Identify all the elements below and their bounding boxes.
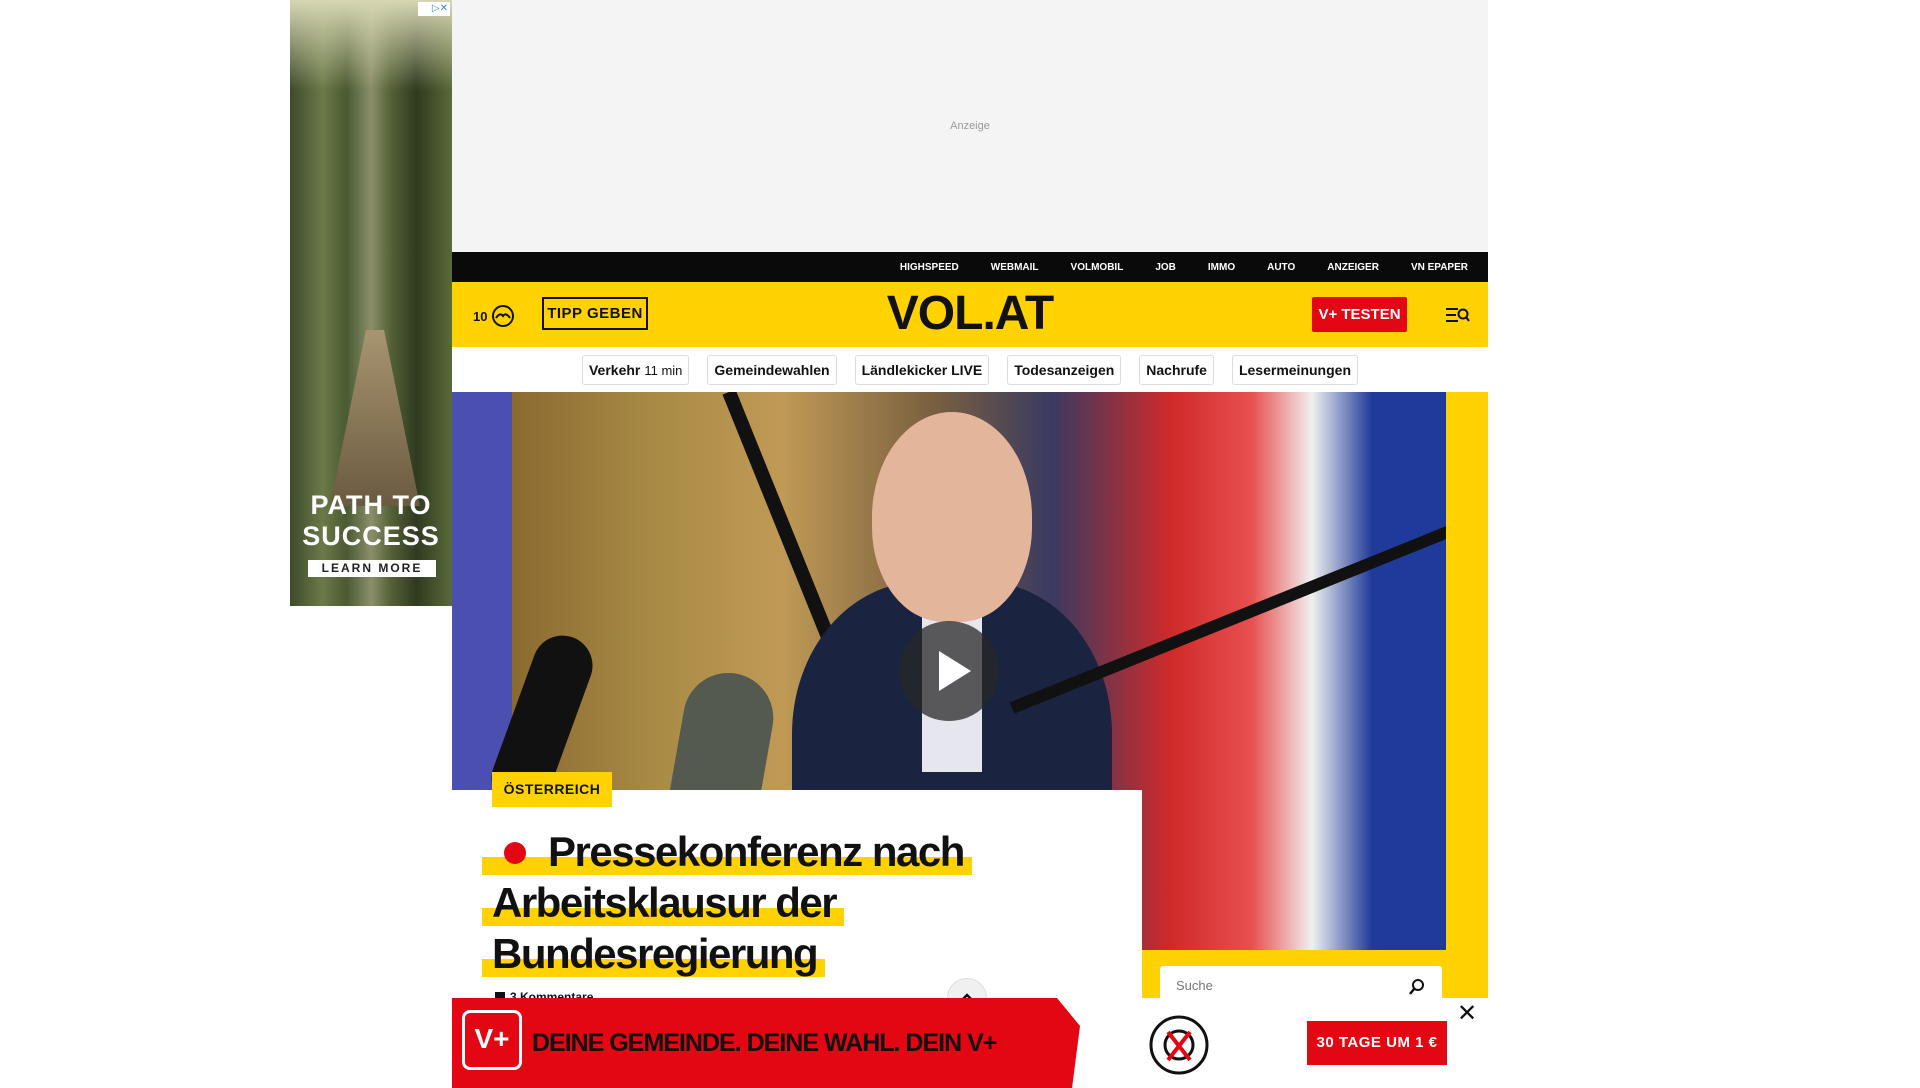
site-header: 10 TIPP GEBEN VOL.AT V+ TESTEN bbox=[452, 282, 1488, 347]
mic-boom bbox=[1009, 515, 1446, 714]
ballot-icon bbox=[1149, 1015, 1209, 1075]
vplus-logo: V+ bbox=[462, 1010, 522, 1070]
quick-link-laendlekicker[interactable]: Ländlekicker LIVE bbox=[854, 354, 990, 385]
ad-title: PATH TO SUCCESS bbox=[302, 490, 440, 551]
category-badge[interactable]: ÖSTERREICH bbox=[492, 772, 612, 807]
headline-highlight: Pressekonferenz nach Arbeitsklausur der … bbox=[482, 828, 972, 977]
trial-cta-button[interactable]: 30 TAGE UM 1 € bbox=[1307, 1021, 1447, 1065]
service-nav: HIGHSPEED WEBMAIL VOLMOBIL JOB IMMO AUTO… bbox=[452, 252, 1488, 282]
quick-link-nachrufe[interactable]: Nachrufe bbox=[1139, 354, 1214, 385]
chip-label: Verkehr bbox=[588, 361, 641, 378]
chip-sub: 11 min bbox=[644, 362, 683, 378]
top-ad-slot: Anzeige bbox=[452, 0, 1488, 252]
nav-link-immo[interactable]: IMMO bbox=[1208, 262, 1235, 273]
vplus-promo-banner[interactable]: V+ DEINE GEMEINDE. DEINE WAHL. DEIN V+ 3… bbox=[452, 998, 1488, 1088]
headline-text: Pressekonferenz nach Arbeitsklausur der … bbox=[492, 828, 965, 977]
ad-learn-more-button[interactable]: LEARN MORE bbox=[308, 560, 436, 577]
speaker-head bbox=[872, 412, 1032, 622]
menu-search-icon[interactable] bbox=[1444, 302, 1470, 328]
yellow-side-strip bbox=[1446, 392, 1488, 950]
nav-link-volmobil[interactable]: VOLMOBIL bbox=[1071, 262, 1124, 273]
nav-link-auto[interactable]: AUTO bbox=[1267, 262, 1295, 273]
nav-link-webmail[interactable]: WEBMAIL bbox=[991, 262, 1039, 273]
quick-links-bar: Verkehr 11 min Gemeindewahlen Ländlekicke… bbox=[452, 347, 1488, 392]
nav-link-vn-epaper[interactable]: VN EPAPER bbox=[1411, 262, 1468, 273]
search-icon[interactable] bbox=[1408, 978, 1426, 996]
nav-link-anzeiger[interactable]: ANZEIGER bbox=[1327, 262, 1379, 273]
forest-path-image bbox=[330, 330, 420, 506]
nav-link-job[interactable]: JOB bbox=[1155, 262, 1176, 273]
live-indicator-icon bbox=[504, 841, 526, 864]
skyscraper-ad[interactable]: ▷✕ PATH TO SUCCESS LEARN MORE bbox=[290, 0, 452, 606]
play-video-icon[interactable] bbox=[899, 621, 999, 721]
quick-link-gemeindewahlen[interactable]: Gemeindewahlen bbox=[707, 354, 837, 385]
quick-link-verkehr[interactable]: Verkehr 11 min bbox=[581, 354, 690, 385]
quick-link-todesanzeigen[interactable]: Todesanzeigen bbox=[1007, 354, 1122, 385]
search-input[interactable] bbox=[1176, 978, 1376, 993]
vplus-testen-button[interactable]: V+ TESTEN bbox=[1312, 297, 1407, 332]
banner-red-area: V+ DEINE GEMEINDE. DEINE WAHL. DEIN V+ bbox=[452, 998, 1080, 1088]
quick-link-lesermeinungen[interactable]: Lesermeinungen bbox=[1231, 354, 1358, 385]
adchoices-icon[interactable]: ▷✕ bbox=[418, 2, 450, 16]
banner-slogan: DEINE GEMEINDE. DEINE WAHL. DEIN V+ bbox=[532, 1029, 997, 1057]
article-headline[interactable]: Pressekonferenz nach Arbeitsklausur der … bbox=[482, 826, 1022, 979]
close-icon[interactable]: ✕ bbox=[1456, 1001, 1478, 1025]
ad-label: Anzeige bbox=[950, 120, 990, 132]
nav-link-highspeed[interactable]: HIGHSPEED bbox=[900, 262, 959, 273]
